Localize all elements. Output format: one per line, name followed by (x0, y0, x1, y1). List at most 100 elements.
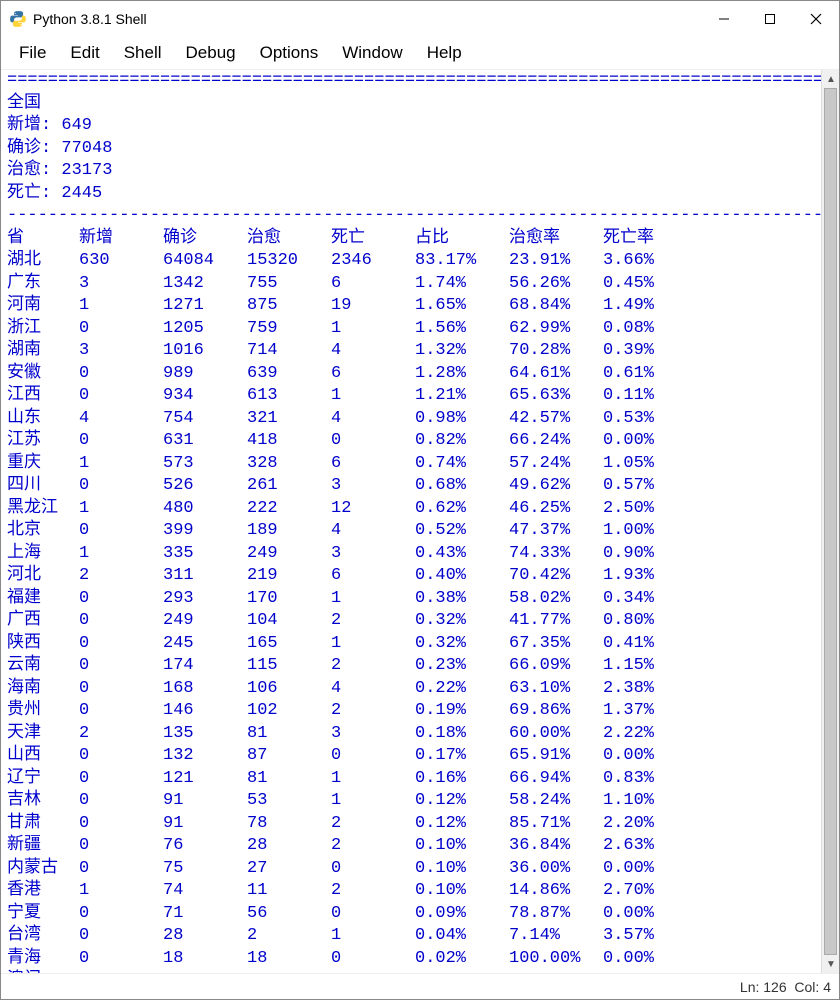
table-row-col-2: 335 (163, 543, 247, 566)
scroll-down-arrow-icon[interactable]: ▼ (822, 955, 839, 973)
table-row-col-4: 2 (331, 813, 415, 836)
table-row-col-2: 132 (163, 745, 247, 768)
table-row-col-7: 2.20% (603, 813, 683, 836)
table-row-col-0: 江西 (7, 385, 79, 408)
table-row-col-5: 0.62% (415, 498, 509, 521)
table-row-col-7: 1.37% (603, 700, 683, 723)
scroll-thumb[interactable] (824, 88, 837, 955)
vertical-scrollbar[interactable]: ▲ ▼ (821, 70, 839, 973)
menu-item-options[interactable]: Options (248, 39, 331, 67)
table-row-col-2: 1205 (163, 318, 247, 341)
summary-row-2: 治愈: 23173 (7, 160, 815, 183)
table-row-col-4: 2 (331, 610, 415, 633)
separator-top: ========================================… (7, 70, 815, 93)
table-row-col-7: 3.57% (603, 925, 683, 948)
table-row-col-5: 1.32% (415, 340, 509, 363)
table-row-col-3: 87 (247, 745, 331, 768)
table-row-col-5: 0.09% (415, 903, 509, 926)
table-row-col-5: 0.10% (415, 880, 509, 903)
table-row-col-6: 67.35% (509, 633, 603, 656)
table-row-col-1: 0 (79, 700, 163, 723)
table-row-col-4: 3 (331, 723, 415, 746)
summary-row-2-label: 治愈: (7, 161, 51, 180)
table-row-col-3: 170 (247, 588, 331, 611)
table-row-col-7: 1.15% (603, 655, 683, 678)
table-row-col-5: 0.18% (415, 723, 509, 746)
table-row-col-1: 0 (79, 678, 163, 701)
table-row-col-6: 41.77% (509, 610, 603, 633)
table-row-col-1: 0 (79, 858, 163, 881)
minimize-button[interactable] (701, 1, 747, 37)
table-row-col-6: 70.28% (509, 340, 603, 363)
table-row-col-0: 重庆 (7, 453, 79, 476)
window-controls (701, 1, 839, 37)
scroll-up-arrow-icon[interactable]: ▲ (822, 70, 839, 88)
table-row-col-7: 2.63% (603, 835, 683, 858)
table-row-col-5: 0.10% (415, 858, 509, 881)
menu-item-window[interactable]: Window (330, 39, 414, 67)
table-row-col-2: 249 (163, 610, 247, 633)
table-header-col-7: 死亡率 (603, 228, 683, 251)
table-row-col-5: 0.74% (415, 453, 509, 476)
table-row-col-2: 573 (163, 453, 247, 476)
table-row: 山西01328700.17%65.91%0.00% (7, 745, 815, 768)
table-row-col-7: 2.50% (603, 498, 683, 521)
table-row-col-6: 100.00% (509, 948, 603, 971)
table-row-col-4: 6 (331, 565, 415, 588)
table-row-col-6: 57.24% (509, 453, 603, 476)
table-row-col-6: 42.57% (509, 408, 603, 431)
table-row-col-6: 62.99% (509, 318, 603, 341)
table-row-col-6: 58.02% (509, 588, 603, 611)
table-row-col-6: 69.86% (509, 700, 603, 723)
table-row-col-6: 36.84% (509, 835, 603, 858)
table-header-col-6: 治愈率 (509, 228, 603, 251)
menu-item-help[interactable]: Help (415, 39, 474, 67)
python-icon (9, 10, 27, 28)
table-row-col-3: 18 (247, 948, 331, 971)
table-row-col-0: 黑龙江 (7, 498, 79, 521)
table-row-col-2: 28 (163, 925, 247, 948)
table-row-col-2: 245 (163, 633, 247, 656)
table-row-col-4: 1 (331, 790, 415, 813)
table-row: 湖南3101671441.32%70.28%0.39% (7, 340, 815, 363)
table-row-col-5: 1.21% (415, 385, 509, 408)
table-row: 河南11271875191.65%68.84%1.49% (7, 295, 815, 318)
maximize-button[interactable] (747, 1, 793, 37)
table-row-col-6: 46.25% (509, 498, 603, 521)
table-row-col-3: 2 (247, 925, 331, 948)
table-row-col-7: 0.00% (603, 430, 683, 453)
table-row: 陕西024516510.32%67.35%0.41% (7, 633, 815, 656)
close-button[interactable] (793, 1, 839, 37)
table-header-col-5: 占比 (415, 228, 509, 251)
menu-item-debug[interactable]: Debug (174, 39, 248, 67)
table-row-col-1: 0 (79, 768, 163, 791)
table-row-col-3: 639 (247, 363, 331, 386)
table-row-col-1: 0 (79, 903, 163, 926)
table-row: 新疆0762820.10%36.84%2.63% (7, 835, 815, 858)
table-row-col-4: 6 (331, 273, 415, 296)
table-row: 宁夏0715600.09%78.87%0.00% (7, 903, 815, 926)
table-row-col-7: 0.80% (603, 610, 683, 633)
table-row-col-3: 222 (247, 498, 331, 521)
table-header-col-1: 新增 (79, 228, 163, 251)
table-row-col-4: 0 (331, 903, 415, 926)
table-row-col-7: 0.83% (603, 768, 683, 791)
table-row-col-5: 0.12% (415, 790, 509, 813)
table-row: 福建029317010.38%58.02%0.34% (7, 588, 815, 611)
table-row-col-1: 3 (79, 340, 163, 363)
table-row-col-1: 0 (79, 655, 163, 678)
table-row-col-1: 0 (79, 363, 163, 386)
table-row: 内蒙古0752700.10%36.00%0.00% (7, 858, 815, 881)
menu-item-file[interactable]: File (7, 39, 58, 67)
table-row-col-5: 1.28% (415, 363, 509, 386)
table-row-col-6: 66.24% (509, 430, 603, 453)
table-row-col-4: 6 (331, 453, 415, 476)
table-row-col-4: 4 (331, 340, 415, 363)
table-row-col-4: 2346 (331, 250, 415, 273)
menu-item-edit[interactable]: Edit (58, 39, 111, 67)
menu-item-shell[interactable]: Shell (112, 39, 174, 67)
table-row-col-7: 1.10% (603, 790, 683, 813)
shell-output[interactable]: ========================================… (1, 70, 821, 973)
table-row-col-5: 0.32% (415, 633, 509, 656)
table-row-col-2: 74 (163, 880, 247, 903)
